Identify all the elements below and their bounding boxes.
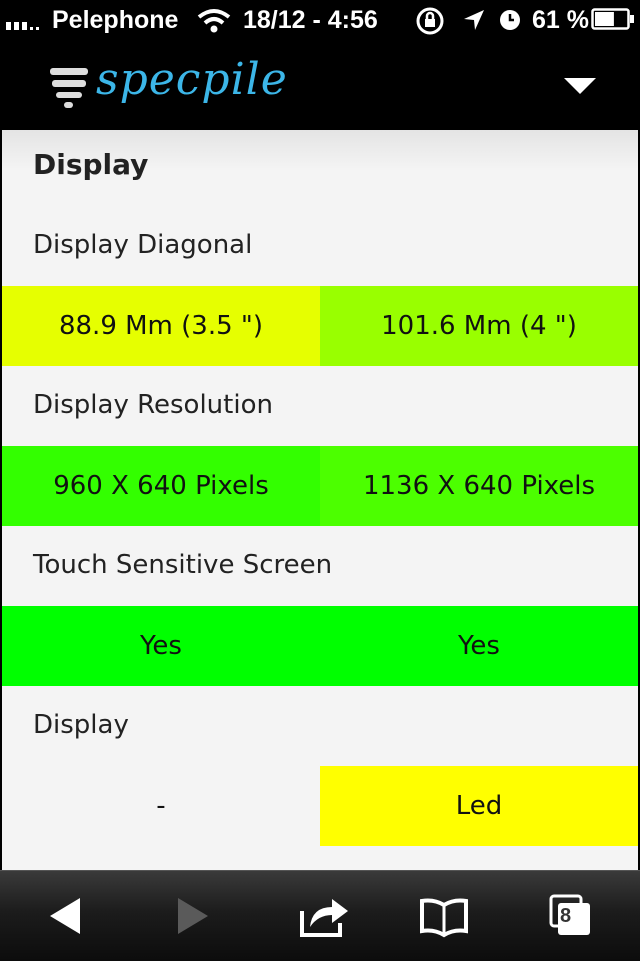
spec-label: Display bbox=[33, 710, 129, 740]
status-bar: Pelephone 18/12 - 4:56 61 % bbox=[0, 0, 640, 40]
tabs-count: 8 bbox=[560, 905, 572, 927]
bookmarks-icon[interactable] bbox=[418, 893, 470, 939]
spec-row: 960 X 640 Pixels 1136 X 640 Pixels bbox=[2, 446, 638, 526]
spec-comparison: Display Display Diagonal 88.9 Mm (3.5 ")… bbox=[2, 130, 638, 870]
spec-value-left: - bbox=[2, 766, 320, 846]
logo-lines-icon bbox=[50, 68, 88, 108]
carrier-name: Pelephone bbox=[52, 6, 179, 34]
spec-value-right: Yes bbox=[320, 606, 638, 686]
rotation-lock-icon bbox=[416, 7, 444, 35]
spec-row: Yes Yes bbox=[2, 606, 638, 686]
forward-arrow-icon[interactable] bbox=[172, 893, 212, 939]
browser-toolbar: 8 bbox=[0, 870, 640, 961]
tabs-button[interactable]: 8 bbox=[548, 893, 594, 939]
spec-value-left: Yes bbox=[2, 606, 320, 686]
spec-row: - Led bbox=[2, 766, 638, 846]
battery-percent: 61 % bbox=[532, 6, 589, 34]
menu-dropdown-icon[interactable] bbox=[560, 70, 600, 100]
signal-strength-icon bbox=[6, 10, 39, 30]
spec-value-left: 960 X 640 Pixels bbox=[2, 446, 320, 526]
spec-label: Display Diagonal bbox=[33, 230, 253, 260]
status-datetime: 18/12 - 4:56 bbox=[243, 6, 378, 34]
spec-label: Display Resolution bbox=[33, 390, 273, 420]
back-arrow-icon[interactable] bbox=[44, 893, 84, 939]
spec-row: 88.9 Mm (3.5 ") 101.6 Mm (4 ") bbox=[2, 286, 638, 366]
share-icon[interactable] bbox=[298, 893, 352, 939]
location-icon bbox=[464, 10, 484, 30]
site-logo[interactable]: specpile bbox=[96, 54, 288, 105]
battery-icon bbox=[591, 8, 634, 30]
site-header: specpile bbox=[0, 40, 640, 130]
alarm-clock-icon bbox=[500, 10, 520, 30]
section-title: Display bbox=[33, 148, 149, 181]
spec-value-right: Led bbox=[320, 766, 638, 846]
spec-label: Touch Sensitive Screen bbox=[33, 550, 333, 580]
spec-value-right: 1136 X 640 Pixels bbox=[320, 446, 638, 526]
wifi-icon bbox=[197, 9, 231, 33]
spec-value-left: 88.9 Mm (3.5 ") bbox=[2, 286, 320, 366]
spec-value-right: 101.6 Mm (4 ") bbox=[320, 286, 638, 366]
